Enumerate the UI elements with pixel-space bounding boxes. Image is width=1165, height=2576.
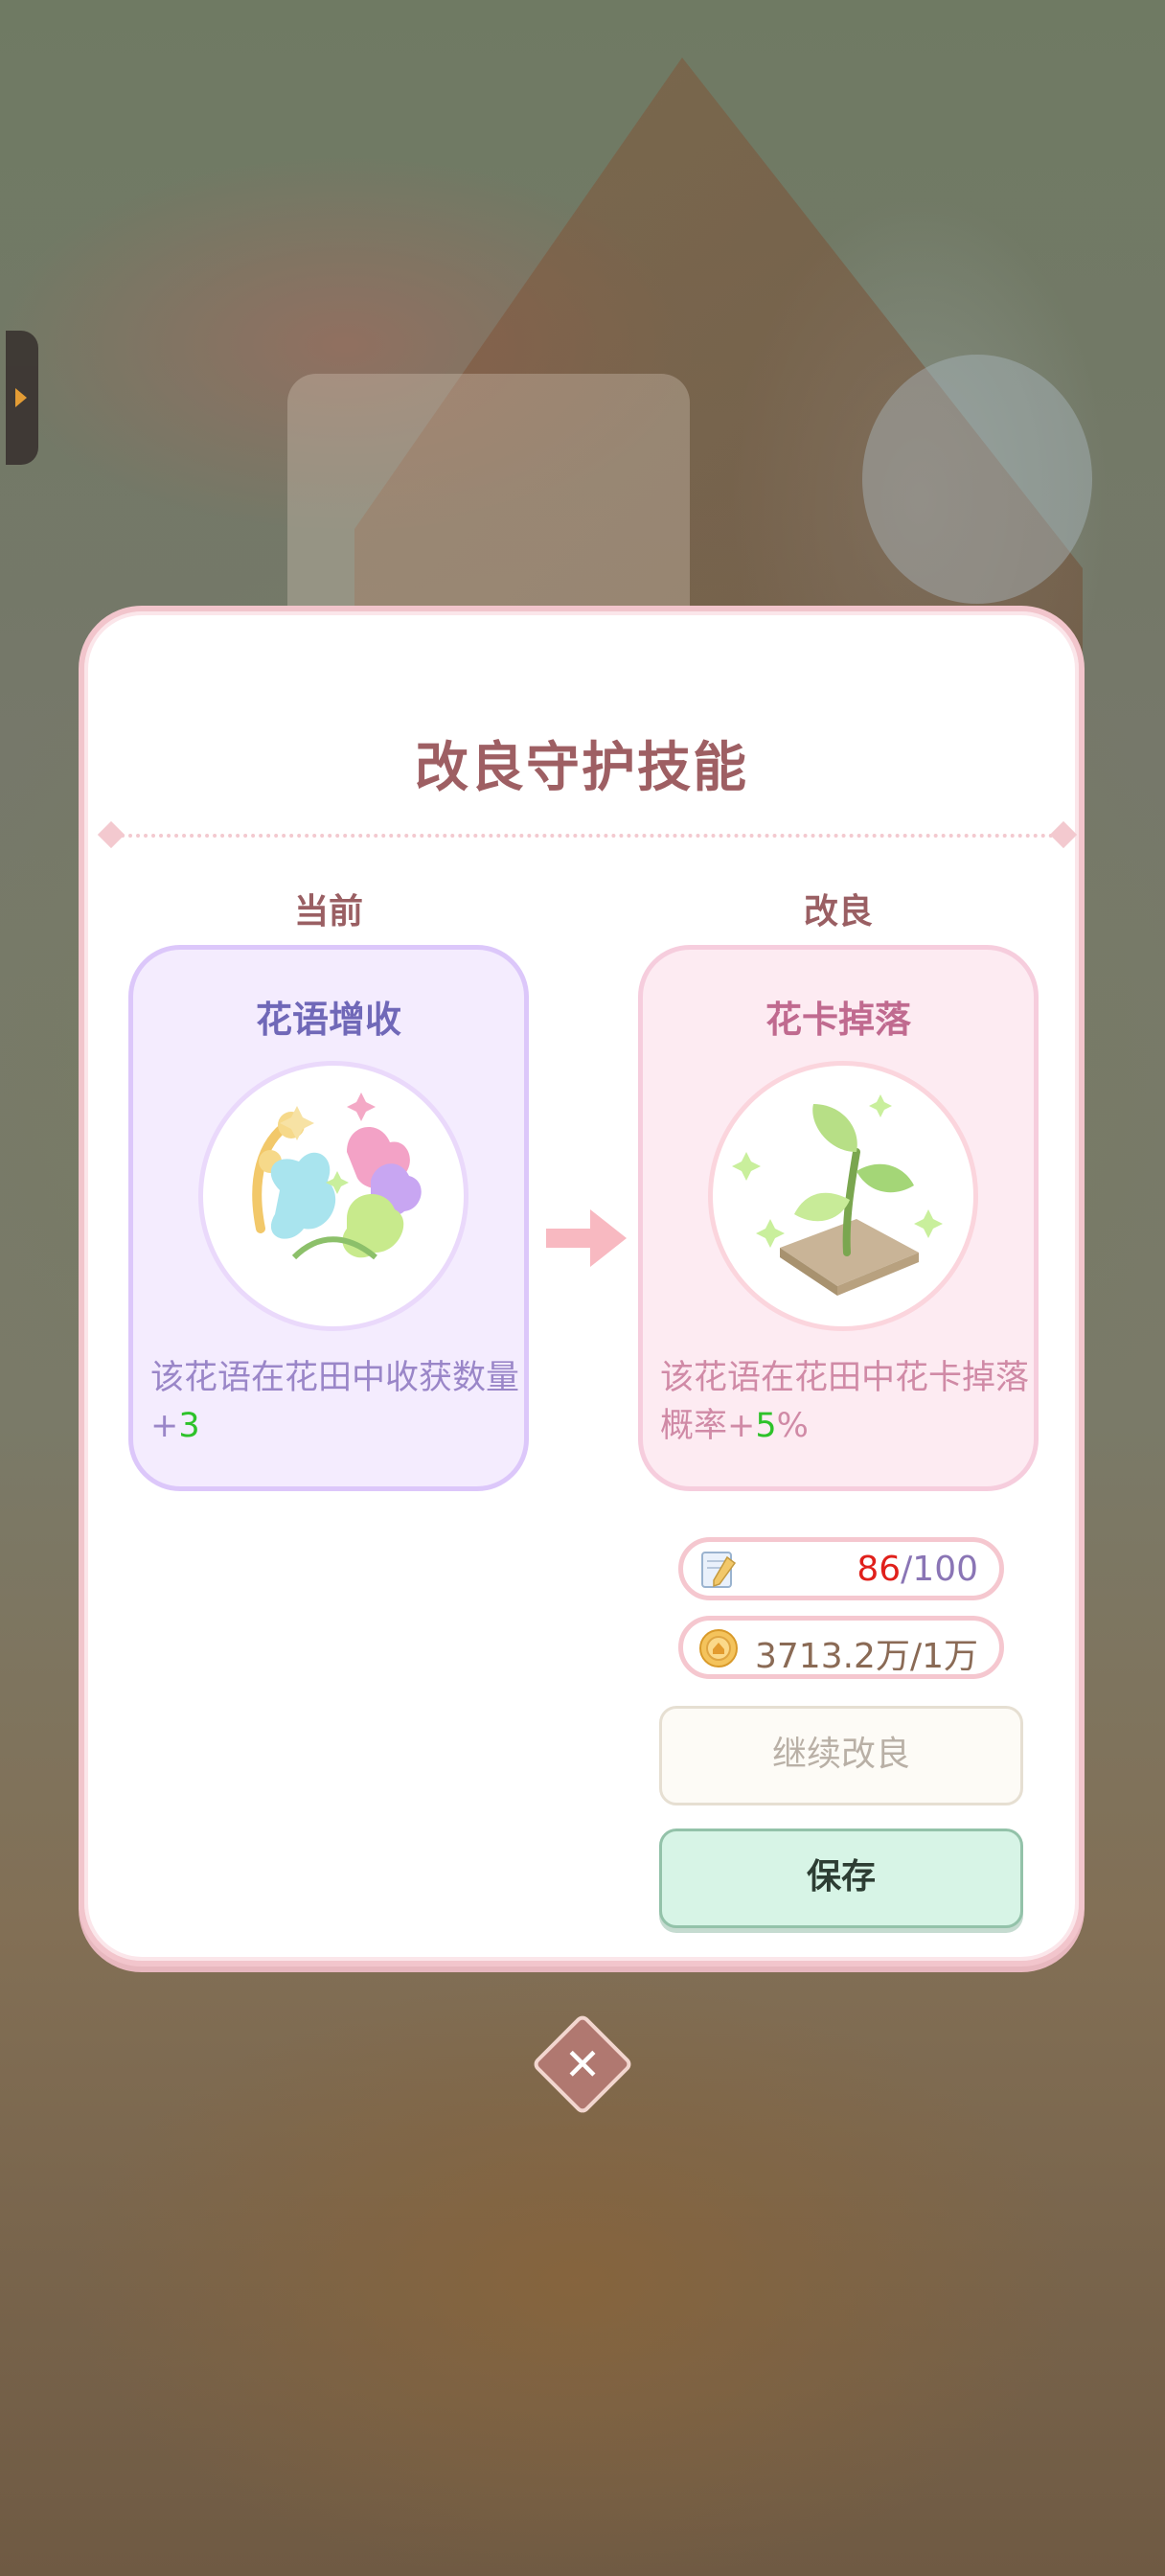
improved-skill-desc: 该花语在花田中花卡掉落概率+5% [660,1359,1030,1445]
improve-skill-dialog: 改良守护技能 当前 改良 花语增收 该花语在花田中收获数量+3 花卡掉落 该花语… [79,606,1085,1966]
coin-icon [699,1629,738,1668]
side-expand-tab[interactable] [6,331,38,465]
close-icon[interactable]: ✕ [546,2028,619,2101]
coins-cost-pill: 3713.2万/1万 [678,1616,1004,1679]
improved-label: 改良 [803,892,873,932]
current-skill-desc: 该花语在花田中收获数量+3 [150,1359,520,1445]
current-skill-card: 花语增收 该花语在花田中收获数量+3 [128,945,529,1491]
divider-diamond-right [1049,820,1078,849]
improved-skill-name: 花卡掉落 [765,999,911,1041]
notes-cost-text: 86/100 [857,1550,978,1589]
round-window-background [862,355,1092,604]
flower-bouquet-icon [198,1061,468,1331]
notes-cost-pill: 86/100 [678,1537,1004,1600]
coins-cost-text: 3713.2万/1万 [755,1637,978,1676]
sprout-icon [708,1061,978,1331]
current-label: 当前 [293,892,363,932]
arrow-right-icon [546,1209,627,1267]
title-divider [97,820,1078,849]
dialog-title: 改良守护技能 [415,737,748,799]
current-skill-name: 花语增收 [255,999,401,1041]
note-pen-icon [701,1552,737,1588]
save-button[interactable]: 保存 [659,1828,1023,1928]
divider-diamond-left [97,820,126,849]
continue-improve-button[interactable]: 继续改良 [659,1706,1023,1806]
improved-skill-card: 花卡掉落 该花语在花田中花卡掉落概率+5% [638,945,1039,1491]
